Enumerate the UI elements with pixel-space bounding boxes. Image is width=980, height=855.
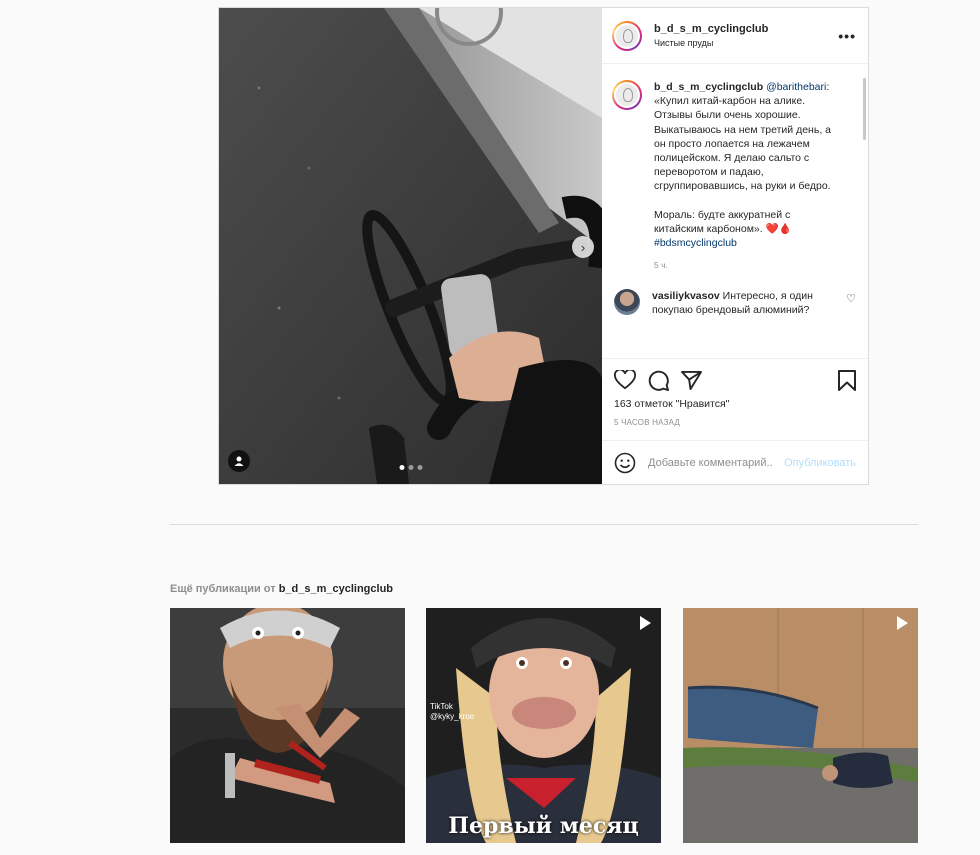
tagged-users-button[interactable] — [228, 450, 250, 472]
header-location[interactable]: Чистые пруды — [654, 38, 838, 48]
caption-text: : «Купил китай-карбон на алике. Отзывы б… — [654, 81, 831, 193]
caption-hashtag[interactable]: #bdsmcyclingclub — [654, 237, 737, 249]
post-card: › b_d_s_m_cyclingclub Чистые пруды ••• b… — [218, 7, 869, 485]
video-icon — [897, 616, 908, 630]
carousel-dot — [417, 465, 422, 470]
caption-avatar[interactable] — [612, 80, 642, 110]
section-divider — [170, 524, 918, 525]
carousel-indicator — [399, 465, 422, 470]
more-posts-username[interactable]: b_d_s_m_cyclingclub — [279, 583, 393, 595]
video-caption: Первый месяц — [448, 813, 639, 839]
emoji-icon[interactable] — [614, 452, 636, 474]
more-post-thumbnail-1[interactable] — [170, 608, 405, 843]
caption-time[interactable]: 5 ч. — [654, 258, 840, 272]
comment-like-icon[interactable]: ♡ — [846, 289, 856, 317]
post-header: b_d_s_m_cyclingclub Чистые пруды ••• — [602, 8, 868, 64]
carousel-next-button[interactable]: › — [572, 236, 594, 258]
post-media[interactable]: › — [219, 8, 602, 484]
user-tag-icon — [234, 456, 244, 466]
comments-section[interactable]: b_d_s_m_cyclingclub @barithebari: «Купил… — [602, 64, 868, 358]
caption-emoji: ❤️🩸 — [765, 223, 792, 236]
post-photo — [219, 8, 602, 484]
publish-button[interactable]: Опубликовать — [784, 457, 856, 469]
tiktok-user: @kyky_kroo — [430, 712, 475, 721]
likes-count[interactable]: 163 отметок "Нравится" — [602, 398, 868, 410]
comment-row: vasiliykvasov Интересно, я один покупаю … — [612, 288, 856, 317]
more-post-thumbnail-3[interactable] — [683, 608, 918, 843]
thumbnail-video — [426, 608, 661, 843]
more-post-thumbnail-2[interactable]: TikTok @kyky_kroo Первый месяц — [426, 608, 661, 843]
bookmark-icon[interactable] — [838, 369, 856, 391]
more-posts-prefix: Ещё публикации от — [170, 583, 279, 595]
carousel-dot — [399, 465, 404, 470]
caption-mention[interactable]: @barithebari — [766, 81, 826, 93]
more-options-icon[interactable]: ••• — [838, 28, 856, 44]
heart-icon[interactable] — [614, 370, 636, 390]
more-posts-title: Ещё публикации от b_d_s_m_cyclingclub — [170, 583, 393, 595]
thumbnail-photo — [170, 608, 405, 843]
post-sidebar: b_d_s_m_cyclingclub Чистые пруды ••• b_d… — [602, 8, 868, 484]
comment-username[interactable]: vasiliykvasov — [652, 290, 720, 302]
carousel-dot — [408, 465, 413, 470]
tiktok-watermark: TikTok @kyky_kroo — [430, 702, 474, 722]
action-bar — [602, 358, 868, 401]
commenter-avatar[interactable] — [614, 288, 640, 315]
thumbnail-video-photo — [683, 608, 918, 843]
comment-input[interactable] — [646, 455, 775, 470]
add-comment-row: Опубликовать — [602, 440, 868, 484]
caption-row: b_d_s_m_cyclingclub @barithebari: «Купил… — [612, 80, 856, 273]
avatar[interactable] — [612, 20, 642, 51]
comment-icon[interactable] — [648, 370, 669, 391]
caption-username[interactable]: b_d_s_m_cyclingclub — [654, 81, 763, 93]
tiktok-label: TikTok — [430, 702, 453, 711]
header-username[interactable]: b_d_s_m_cyclingclub — [654, 23, 838, 35]
posted-time[interactable]: 5 ЧАСОВ НАЗАД — [602, 410, 868, 427]
scrollbar[interactable] — [863, 78, 866, 140]
share-icon[interactable] — [681, 370, 702, 390]
video-icon — [640, 616, 651, 630]
